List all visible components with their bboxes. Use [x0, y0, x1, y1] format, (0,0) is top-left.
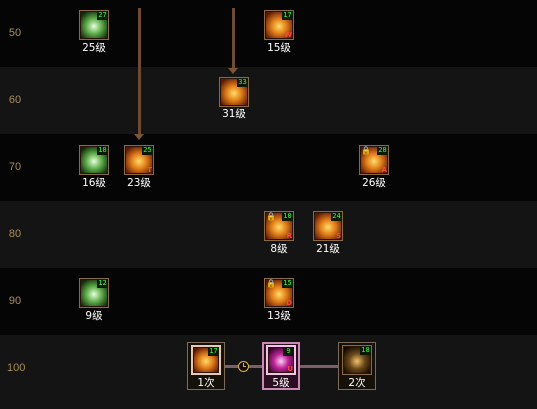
skill-level-badge: 9: [283, 347, 294, 356]
skill-level-badge: 10: [282, 212, 293, 221]
skill-level-badge: 27: [97, 11, 108, 20]
skill-level-caption: 8级: [270, 243, 288, 255]
skill-slot[interactable]: 10 🔒 R: [264, 211, 294, 241]
skill-slot[interactable]: 28 🔒 A: [359, 145, 389, 175]
lock-icon: 🔒: [266, 212, 276, 221]
skill-level-badge: 28: [377, 146, 388, 155]
skill-slot[interactable]: 24 S: [313, 211, 343, 241]
skill-level-badge: 25: [142, 146, 153, 155]
skill-level-badge: 12: [97, 279, 108, 288]
skill-level-caption: 31级: [222, 108, 246, 120]
skill-slot[interactable]: 18: [79, 145, 109, 175]
skill-slot[interactable]: 33: [219, 77, 249, 107]
skill-slot[interactable]: 15 🔒 D: [264, 278, 294, 308]
skill-level-badge: 15: [282, 279, 293, 288]
skill-level-caption: 16级: [82, 177, 106, 189]
skill-slot[interactable]: 25 T: [124, 145, 154, 175]
skill-slot[interactable]: 12: [79, 278, 109, 308]
skill-hotkey-letter: U: [287, 365, 293, 373]
skill-level-badge: 18: [97, 146, 108, 155]
skill-level-caption: 2次: [348, 377, 366, 389]
skill-level-caption: 26级: [362, 177, 386, 189]
skill-hotkey-letter: W: [284, 31, 292, 39]
skill-level-caption: 21级: [316, 243, 340, 255]
skill-level-caption: 13级: [267, 310, 291, 322]
level-row-60: 60: [0, 67, 537, 134]
skill-hotkey-letter: S: [335, 232, 341, 240]
skill-level-caption: 9级: [85, 310, 103, 322]
level-label: 80: [8, 228, 22, 240]
skill-slot[interactable]: 27: [79, 10, 109, 40]
skill-slot[interactable]: 17: [191, 345, 221, 375]
level-label: 60: [8, 94, 22, 106]
skill-slot[interactable]: 18: [342, 345, 372, 375]
skill-slot[interactable]: 9U: [266, 345, 296, 375]
level-label: 90: [8, 295, 22, 307]
level-label: 100: [7, 362, 26, 374]
skill-level-badge: 17: [282, 11, 293, 20]
skill-level-caption: 15级: [267, 42, 291, 54]
arrow-down-icon: [228, 68, 238, 74]
skill-slot[interactable]: 17 W: [264, 10, 294, 40]
prerequisite-line: [138, 8, 141, 134]
skill-level-caption: 25级: [82, 42, 106, 54]
skill-link-line: [300, 365, 340, 368]
skill-level-caption: 5级: [272, 377, 290, 389]
skill-level-badge: 33: [237, 78, 248, 87]
skill-level-caption: 23级: [127, 177, 151, 189]
skill-level-badge: 24: [331, 212, 342, 221]
skill-hotkey-letter: A: [381, 166, 387, 174]
lock-icon: 🔒: [266, 279, 276, 288]
clock-icon: [238, 361, 249, 372]
skill-hotkey-letter: R: [286, 232, 292, 240]
skill-level-caption: 1次: [197, 377, 215, 389]
skill-level-badge: 17: [208, 347, 219, 356]
prerequisite-line: [232, 8, 235, 68]
lock-icon: 🔒: [361, 146, 371, 155]
skill-hotkey-letter: T: [147, 166, 152, 174]
level-label: 50: [8, 27, 22, 39]
skill-hotkey-letter: D: [286, 299, 292, 307]
arrow-down-icon: [134, 134, 144, 140]
skill-level-badge: 18: [360, 346, 371, 355]
level-label: 70: [8, 161, 22, 173]
